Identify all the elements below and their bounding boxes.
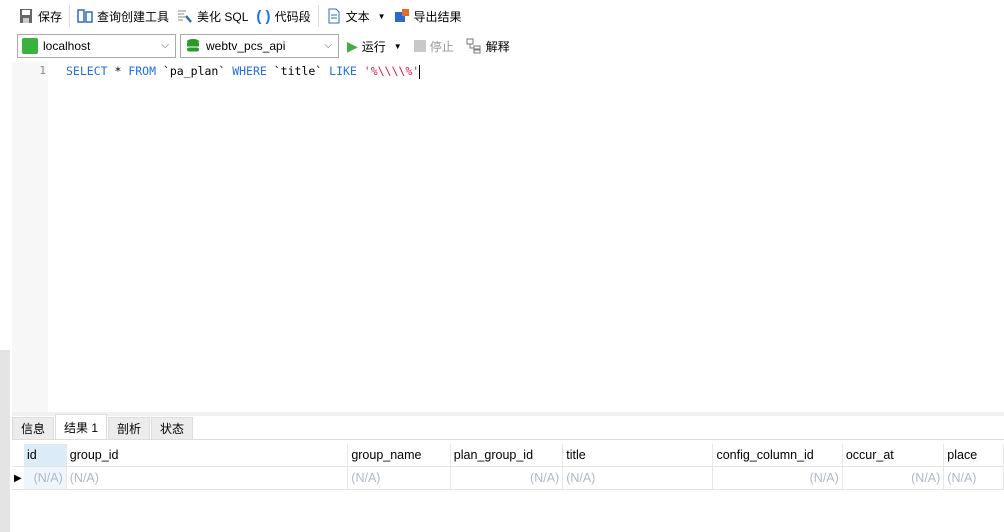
cell-group-name[interactable]: (N/A) (348, 467, 451, 489)
cell-place[interactable]: (N/A) (944, 467, 1004, 489)
sql-editor[interactable]: 1 SELECT * FROM `pa_plan` WHERE `title` … (12, 62, 1004, 412)
tab-profile[interactable]: 剖析 (108, 417, 151, 439)
connection-select[interactable]: localhost ⌵ (17, 34, 176, 58)
column-header-place[interactable]: place (944, 444, 1004, 466)
export-icon (394, 8, 410, 24)
row-indicator-icon: ▶ (14, 472, 22, 484)
document-icon (326, 8, 342, 24)
tab-status[interactable]: 状态 (151, 417, 194, 439)
stop-icon (413, 40, 426, 52)
mysql-connection-icon (22, 38, 38, 54)
beautify-sql-button[interactable]: 美化 SQL (173, 4, 252, 28)
column-header-config-column-id[interactable]: config_column_id (713, 444, 843, 466)
column-header-title[interactable]: title (563, 444, 714, 466)
database-icon (185, 38, 201, 54)
column-header-group-id[interactable]: group_id (67, 444, 349, 466)
dropdown-arrow-icon: ▼ (377, 11, 386, 21)
chevron-down-icon: ⌵ (324, 40, 332, 51)
cell-title[interactable]: (N/A) (563, 467, 714, 489)
database-select[interactable]: webtv_pcs_api ⌵ (180, 34, 339, 58)
explain-icon (466, 38, 482, 54)
column-header-plan-group-id[interactable]: plan_group_id (451, 444, 564, 466)
save-icon (18, 8, 34, 24)
column-header-group-name[interactable]: group_name (348, 444, 451, 466)
chevron-down-icon: ⌵ (161, 40, 169, 51)
explain-button[interactable]: 解释 (462, 34, 514, 58)
line-number: 1 (39, 64, 46, 77)
table-row[interactable]: ▶ (N/A) (N/A) (N/A) (N/A) (N/A) (N/A) (N… (12, 467, 1004, 490)
code-snippet-button[interactable]: ( ) 代码段 (252, 4, 314, 28)
parentheses-icon: ( ) (256, 7, 271, 25)
query-builder-icon (77, 8, 93, 24)
cell-occur-at[interactable]: (N/A) (843, 467, 945, 489)
cell-plan-group-id[interactable]: (N/A) (451, 467, 564, 489)
beautify-icon (177, 8, 193, 24)
export-results-button[interactable]: 导出结果 (390, 4, 466, 28)
stop-button[interactable]: 停止 (410, 34, 458, 58)
column-header-id[interactable]: id (23, 444, 67, 466)
result-grid: id group_id group_name plan_group_id tit… (12, 444, 1004, 490)
sql-code[interactable]: SELECT * FROM `pa_plan` WHERE `title` LI… (66, 64, 421, 79)
run-button[interactable]: ▶ 运行 ▼ (343, 34, 406, 58)
result-tabs: 信息 结果 1 剖析 状态 (12, 412, 1004, 440)
cell-group-id[interactable]: (N/A) (67, 467, 349, 489)
header-row: id group_id group_name plan_group_id tit… (12, 444, 1004, 467)
text-cursor (419, 64, 421, 79)
left-splitter[interactable] (0, 350, 10, 532)
cell-id[interactable]: (N/A) (23, 467, 67, 489)
query-builder-button[interactable]: 查询创建工具 (73, 4, 173, 28)
play-icon: ▶ (347, 37, 358, 54)
dropdown-arrow-icon: ▼ (393, 41, 402, 51)
cell-config-column-id[interactable]: (N/A) (713, 467, 843, 489)
save-button[interactable]: 保存 (14, 4, 66, 28)
main-toolbar: 保存 查询创建工具 美化 SQL ( ) 代码段 文本 ▼ 导出结果 (14, 2, 466, 30)
tab-result-1[interactable]: 结果 1 (55, 414, 108, 439)
text-button[interactable]: 文本 ▼ (322, 4, 390, 28)
column-header-occur-at[interactable]: occur_at (843, 444, 945, 466)
tab-info[interactable]: 信息 (12, 417, 55, 439)
connection-toolbar: localhost ⌵ webtv_pcs_api ⌵ ▶ 运行 ▼ 停止 解释 (17, 32, 514, 60)
line-gutter: 1 (12, 62, 48, 412)
